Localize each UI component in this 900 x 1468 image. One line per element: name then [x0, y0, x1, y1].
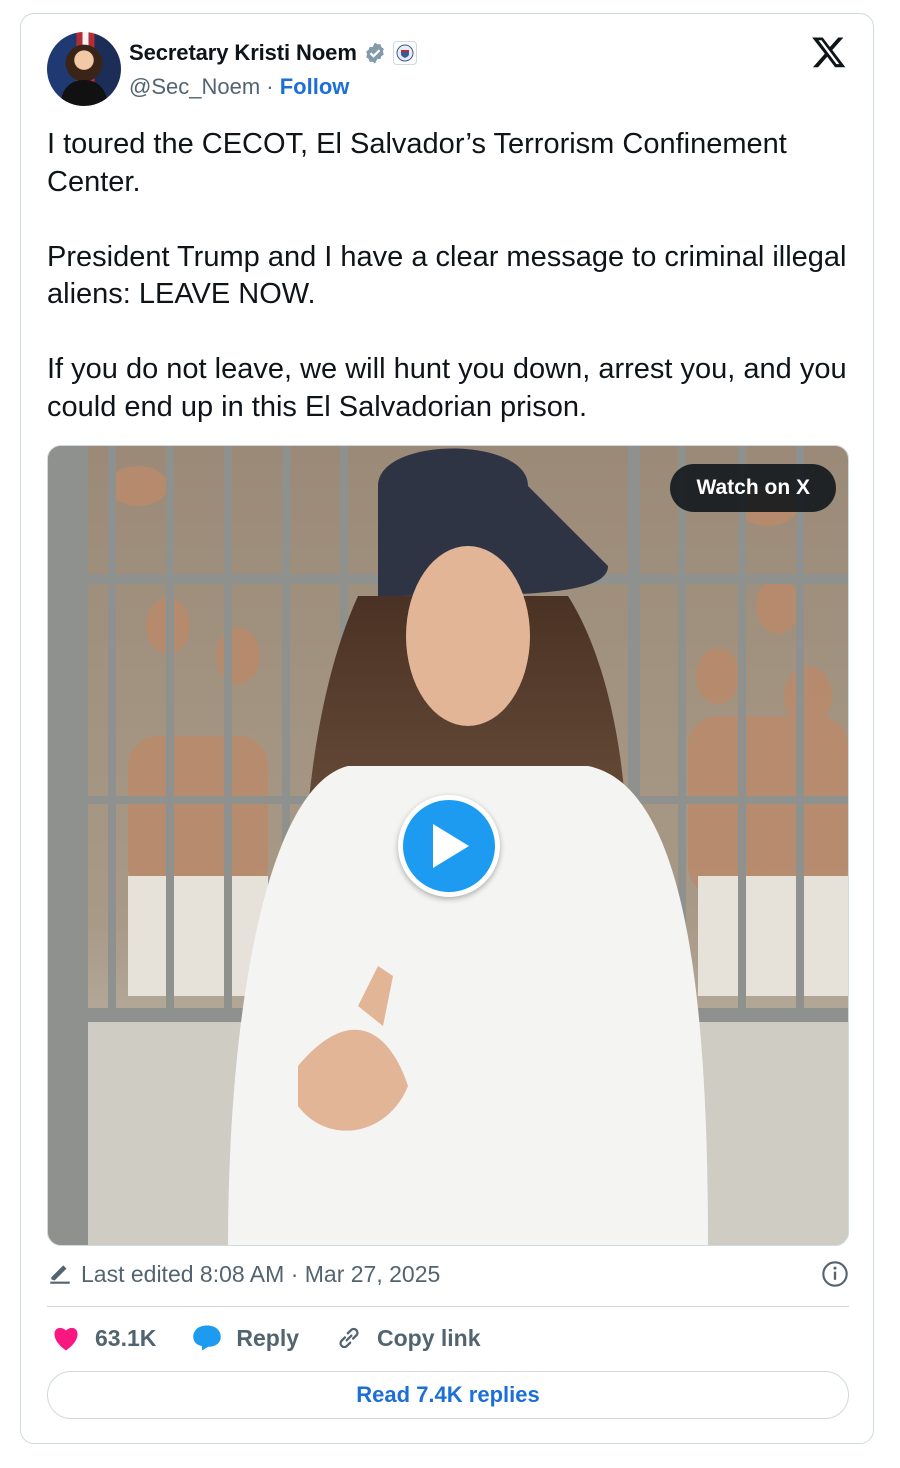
last-edited-text[interactable]: Last edited 8:08 AM · Mar 27, 2025	[81, 1261, 440, 1288]
play-button[interactable]	[398, 795, 500, 897]
reply-button[interactable]: Reply	[192, 1324, 299, 1352]
handle-row: @Sec_Noem · Follow	[129, 74, 349, 100]
info-icon[interactable]	[821, 1260, 849, 1288]
author-name-row: Secretary Kristi Noem	[129, 40, 417, 66]
display-name[interactable]: Secretary Kristi Noem	[129, 40, 357, 66]
copy-link-button[interactable]: Copy link	[335, 1324, 481, 1352]
reply-bubble-icon	[193, 1325, 222, 1351]
play-icon	[433, 824, 469, 868]
edit-meta-row: Last edited 8:08 AM · Mar 27, 2025	[47, 1260, 849, 1288]
tweet-card: Secretary Kristi Noem @Sec_Noem · Follow…	[20, 13, 874, 1444]
read-replies-button[interactable]: Read 7.4K replies	[47, 1371, 849, 1419]
copy-link-label: Copy link	[377, 1324, 481, 1351]
action-bar: 63.1K Reply Copy link	[51, 1324, 517, 1352]
heart-icon	[54, 1327, 78, 1351]
edit-pencil-icon	[50, 1265, 70, 1284]
tweet-text: I toured the CECOT, El Salvador’s Terror…	[47, 128, 847, 423]
handle[interactable]: @Sec_Noem	[129, 74, 260, 99]
like-button[interactable]: 63.1K	[51, 1324, 156, 1352]
government-seal-icon	[392, 41, 417, 65]
divider	[47, 1306, 849, 1307]
separator: ·	[260, 74, 280, 99]
verified-badge-icon	[365, 42, 384, 64]
follow-button[interactable]: Follow	[280, 74, 350, 99]
like-count: 63.1K	[95, 1324, 157, 1351]
video-player[interactable]: Watch on X	[47, 445, 849, 1246]
link-icon	[339, 1327, 359, 1349]
avatar[interactable]	[47, 32, 121, 106]
reply-label: Reply	[236, 1324, 300, 1351]
watch-on-x-button[interactable]: Watch on X	[670, 464, 836, 512]
x-logo-icon[interactable]	[811, 34, 847, 70]
